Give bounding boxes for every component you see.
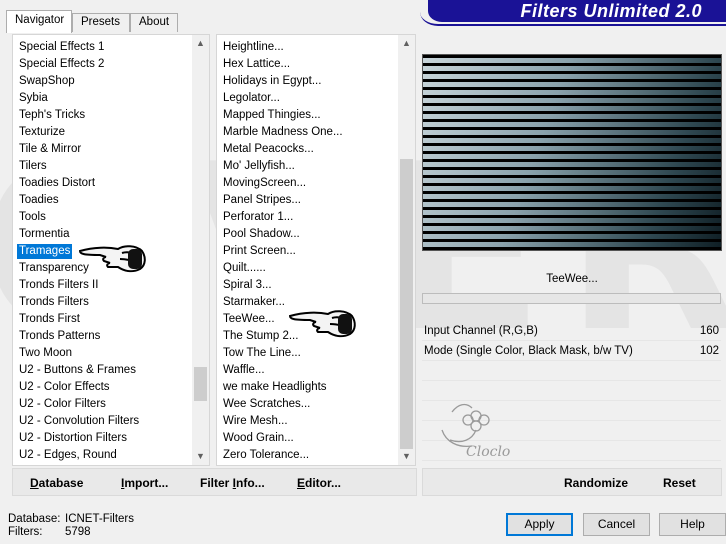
parameter-row[interactable]: Input Channel (R,G,B) 160 bbox=[422, 322, 721, 341]
filter-list-item[interactable]: Mo' Jellyfish... bbox=[221, 159, 297, 174]
cloclo-logo: Cloclo bbox=[441, 403, 510, 460]
category-list-item[interactable]: Teph's Tricks bbox=[17, 108, 87, 123]
database-button[interactable]: Database bbox=[30, 476, 83, 490]
category-list-item[interactable]: Toadies Distort bbox=[17, 176, 97, 191]
category-list-item[interactable]: Tronds First bbox=[17, 312, 82, 327]
filter-list-item[interactable]: Hex Lattice... bbox=[221, 57, 292, 72]
category-list-item[interactable]: Tormentia bbox=[17, 227, 72, 242]
category-list-item[interactable]: Tile & Mirror bbox=[17, 142, 83, 157]
category-list-item[interactable]: Two Moon bbox=[17, 346, 74, 361]
filter-list-item[interactable]: Starmaker... bbox=[221, 295, 287, 310]
filter-list-item[interactable]: Wee Scratches... bbox=[221, 397, 312, 412]
filter-list-item[interactable]: Marble Madness One... bbox=[221, 125, 345, 140]
category-list-item[interactable]: U2 - Color Effects bbox=[17, 380, 112, 395]
filter-list-item[interactable]: TeeWee... bbox=[221, 312, 277, 327]
preview-button-bar: Randomize Reset bbox=[422, 468, 722, 496]
empty-parameter-row bbox=[422, 382, 721, 401]
pointing-hand-icon bbox=[288, 310, 356, 338]
tab-presets[interactable]: Presets bbox=[72, 13, 130, 32]
category-list-item[interactable]: Tramages bbox=[17, 244, 73, 259]
category-list-item[interactable]: Toadies bbox=[17, 193, 61, 208]
filter-list-item[interactable]: we make Headlights bbox=[221, 380, 329, 395]
scroll-up-arrow-icon[interactable]: ▲ bbox=[398, 35, 415, 52]
progress-bar bbox=[422, 293, 721, 304]
database-status-label: Database: bbox=[8, 513, 61, 525]
filter-list-item[interactable]: Legolator... bbox=[221, 91, 282, 106]
category-list-item[interactable]: Sybia bbox=[17, 91, 50, 106]
filter-list-item[interactable]: Holidays in Egypt... bbox=[221, 74, 323, 89]
category-list-item[interactable]: Tronds Filters bbox=[17, 295, 91, 310]
tab-navigator[interactable]: Navigator bbox=[6, 10, 72, 33]
preview-stripes bbox=[423, 55, 721, 250]
filter-list-item[interactable]: MovingScreen... bbox=[221, 176, 308, 191]
category-list-item[interactable]: Tronds Patterns bbox=[17, 329, 102, 344]
category-list-item[interactable]: U2 - Color Filters bbox=[17, 397, 108, 412]
parameter-value[interactable]: 160 bbox=[700, 322, 719, 341]
category-list-item[interactable]: U2 - Convolution Filters bbox=[17, 414, 141, 429]
filter-preview bbox=[422, 54, 722, 251]
filter-list-item[interactable]: Zero Tolerance... bbox=[221, 448, 311, 463]
parameter-label: Mode (Single Color, Black Mask, b/w TV) bbox=[424, 345, 633, 357]
filters-status-value: 5798 bbox=[65, 526, 91, 538]
banner-title: Filters Unlimited 2.0 bbox=[520, 1, 702, 21]
pointing-hand-icon bbox=[78, 245, 146, 273]
category-list-item[interactable]: Tilers bbox=[17, 159, 49, 174]
filter-list-item[interactable]: Tow The Line... bbox=[221, 346, 303, 361]
category-list-item[interactable]: U2 - Buttons & Frames bbox=[17, 363, 138, 378]
tab-about[interactable]: About bbox=[130, 13, 178, 32]
import-button[interactable]: Import... bbox=[121, 476, 168, 490]
filters-status-label: Filters: bbox=[8, 526, 43, 538]
filter-list-item[interactable]: Waffle... bbox=[221, 363, 267, 378]
help-button[interactable]: Help bbox=[659, 513, 726, 536]
filter-name-label: TeeWee... bbox=[546, 273, 598, 285]
category-list-item[interactable]: SwapShop bbox=[17, 74, 77, 89]
filter-list-items: Heightline... Hex Lattice... Holidays in E… bbox=[217, 35, 398, 465]
filter-list-item[interactable]: Panel Stripes... bbox=[221, 193, 303, 208]
category-list-item[interactable]: U2 - Edges, Round bbox=[17, 448, 119, 463]
category-list-item[interactable]: Tronds Filters II bbox=[17, 278, 100, 293]
list-button-bar: Database Import... Filter Info... Editor… bbox=[12, 468, 417, 496]
scroll-up-arrow-icon[interactable]: ▲ bbox=[192, 35, 209, 52]
filter-list[interactable]: Heightline... Hex Lattice... Holidays in E… bbox=[216, 34, 416, 466]
category-list-item[interactable]: U2 - Distortion Filters bbox=[17, 431, 129, 446]
filter-list-item[interactable]: Quilt...... bbox=[221, 261, 268, 276]
filter-info-button[interactable]: Filter Info... bbox=[200, 476, 265, 490]
category-list-item[interactable]: Tools bbox=[17, 210, 48, 225]
scroll-thumb[interactable] bbox=[194, 367, 207, 401]
apply-button[interactable]: Apply bbox=[506, 513, 573, 536]
database-status-value: ICNET-Filters bbox=[65, 513, 134, 525]
parameter-label: Input Channel (R,G,B) bbox=[424, 325, 538, 337]
category-scrollbar[interactable]: ▲ ▼ bbox=[192, 35, 209, 465]
filter-list-item[interactable]: Pool Shadow... bbox=[221, 227, 302, 242]
category-list-item[interactable]: Special Effects 2 bbox=[17, 57, 106, 72]
filter-list-item[interactable]: Heightline... bbox=[221, 40, 286, 55]
randomize-button[interactable]: Randomize bbox=[564, 476, 628, 490]
filter-list-item[interactable]: Print Screen... bbox=[221, 244, 298, 259]
reset-button[interactable]: Reset bbox=[663, 476, 696, 490]
cancel-button[interactable]: Cancel bbox=[583, 513, 650, 536]
empty-parameter-row bbox=[422, 362, 721, 381]
filter-list-item[interactable]: Metal Peacocks... bbox=[221, 142, 316, 157]
scroll-down-arrow-icon[interactable]: ▼ bbox=[192, 448, 209, 465]
filter-list-item[interactable]: Wire Mesh... bbox=[221, 414, 290, 429]
editor-button[interactable]: Editor... bbox=[297, 476, 341, 490]
header-banner: Filters Unlimited 2.0 bbox=[420, 0, 726, 26]
filter-list-item[interactable]: Spiral 3... bbox=[221, 278, 274, 293]
parameter-row[interactable]: Mode (Single Color, Black Mask, b/w TV) … bbox=[422, 342, 721, 361]
scroll-thumb[interactable] bbox=[400, 159, 413, 449]
category-list-item[interactable]: Texturize bbox=[17, 125, 67, 140]
filter-scrollbar[interactable]: ▲ ▼ bbox=[398, 35, 415, 465]
filter-list-item[interactable]: Mapped Thingies... bbox=[221, 108, 323, 123]
scroll-down-arrow-icon[interactable]: ▼ bbox=[398, 448, 415, 465]
category-list-item[interactable]: Special Effects 1 bbox=[17, 40, 106, 55]
filter-list-item[interactable]: Wood Grain... bbox=[221, 431, 296, 446]
filter-list-item[interactable]: Perforator 1... bbox=[221, 210, 295, 225]
logo-text: Cloclo bbox=[466, 444, 510, 460]
parameter-value[interactable]: 102 bbox=[700, 342, 719, 361]
